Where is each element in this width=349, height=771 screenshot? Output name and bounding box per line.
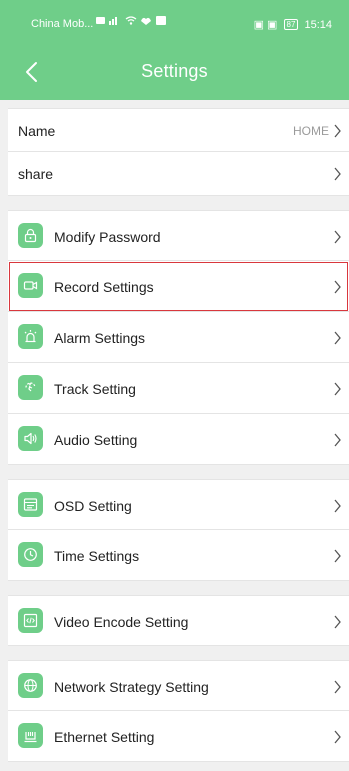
carrier-label: China Mob... — [31, 18, 94, 30]
alarm-icon — [18, 324, 43, 349]
video-camera-icon — [18, 273, 43, 298]
alarm-settings-row[interactable]: Alarm Settings — [8, 312, 349, 363]
name-label: Name — [18, 123, 56, 139]
chevron-right-icon — [334, 549, 341, 563]
section-gap — [8, 581, 349, 595]
battery-indicator: 87 — [283, 19, 299, 30]
ethernet-setting-label: Ethernet Setting — [54, 729, 155, 745]
name-value: HOME — [293, 124, 329, 138]
share-row[interactable]: share — [8, 152, 349, 196]
osd-icon — [18, 492, 43, 517]
modify-password-row[interactable]: Modify Password — [8, 210, 349, 261]
chevron-right-icon — [334, 280, 341, 294]
chevron-right-icon — [334, 124, 341, 138]
status-icons — [96, 16, 166, 25]
section-gap — [8, 465, 349, 479]
network-strategy-setting-label: Network Strategy Setting — [54, 679, 209, 695]
share-label: share — [18, 166, 54, 182]
page-title: Settings — [141, 61, 208, 81]
status-bar: China Mob... ▣ ▣ 87 15:14 — [0, 0, 349, 44]
chevron-right-icon — [334, 615, 341, 629]
chevron-right-icon — [334, 230, 341, 244]
chevron-right-icon — [334, 382, 341, 396]
globe-icon — [18, 673, 43, 698]
nav-bar: Settings — [0, 44, 349, 100]
audio-setting-row[interactable]: Audio Setting — [8, 414, 349, 465]
record-settings-row[interactable]: Record Settings — [8, 261, 349, 312]
video-encode-setting-label: Video Encode Setting — [54, 614, 189, 630]
speaker-icon — [18, 426, 43, 451]
record-settings-label: Record Settings — [54, 279, 154, 295]
chevron-right-icon — [334, 499, 341, 513]
chevron-right-icon — [334, 167, 341, 181]
osd-setting-label: OSD Setting — [54, 498, 132, 514]
name-row[interactable]: Name HOME — [8, 108, 349, 152]
time-settings-label: Time Settings — [54, 548, 140, 564]
audio-setting-label: Audio Setting — [54, 432, 138, 448]
section-gap — [8, 100, 349, 108]
ethernet-setting-row[interactable]: Ethernet Setting — [8, 711, 349, 762]
track-icon — [18, 375, 43, 400]
network-strategy-setting-row[interactable]: Network Strategy Setting — [8, 660, 349, 711]
alarm-settings-label: Alarm Settings — [54, 330, 146, 346]
chevron-right-icon — [334, 433, 341, 447]
chevron-right-icon — [334, 680, 341, 694]
section-gap — [8, 646, 349, 660]
clock-label: 15:14 — [304, 19, 332, 31]
chevron-right-icon — [334, 331, 341, 345]
status-right: ▣ ▣ 87 15:14 — [254, 18, 332, 31]
track-setting-row[interactable]: Track Setting — [8, 363, 349, 414]
nfc-icon: ▣ ▣ — [253, 19, 278, 31]
ethernet-icon — [18, 723, 43, 748]
track-setting-label: Track Setting — [54, 381, 136, 397]
modify-password-label: Modify Password — [54, 229, 161, 245]
section-gap — [8, 196, 349, 210]
clock-icon — [18, 542, 43, 567]
video-encode-setting-row[interactable]: Video Encode Setting — [8, 595, 349, 646]
lock-icon — [18, 223, 43, 248]
time-settings-row[interactable]: Time Settings — [8, 530, 349, 581]
code-icon — [18, 608, 43, 633]
settings-list: Name HOME share Modify Password Record S… — [8, 100, 349, 762]
chevron-right-icon — [334, 730, 341, 744]
osd-setting-row[interactable]: OSD Setting — [8, 479, 349, 530]
